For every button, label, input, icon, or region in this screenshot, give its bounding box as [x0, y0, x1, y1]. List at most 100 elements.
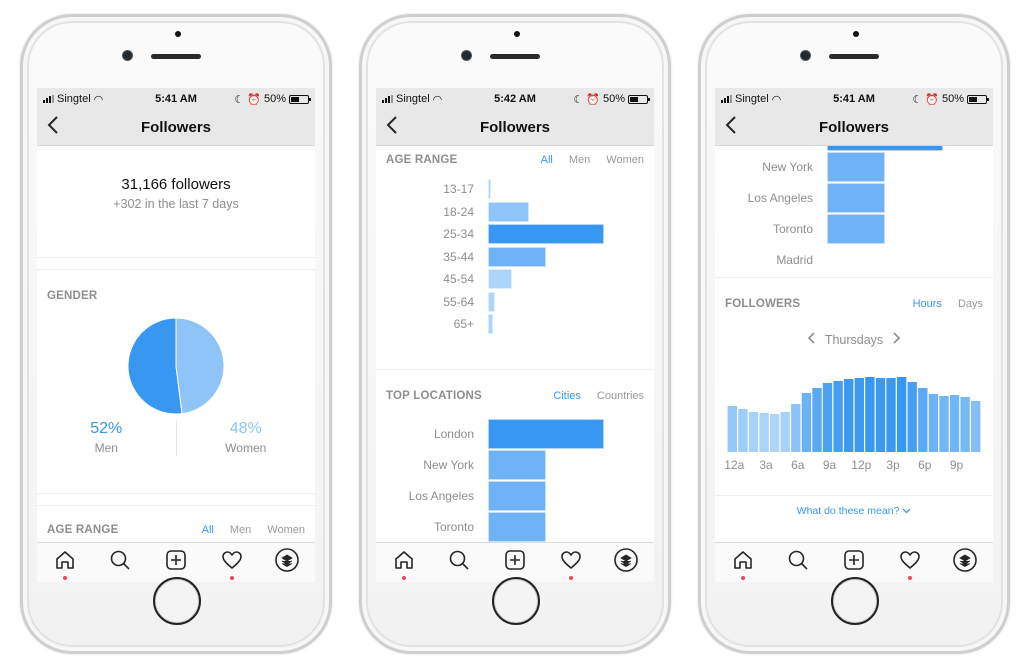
content-scroll[interactable]: AGE RANGE All Men Women 13-17 18-24 25-34 3…: [376, 146, 654, 542]
top-locations-title: TOP LOCATIONS: [386, 390, 482, 402]
top-locations-chart: LondonNew YorkLos AngelesTorontoMadrid: [715, 146, 993, 275]
women-label: Women: [225, 441, 267, 455]
tab-home[interactable]: [51, 549, 79, 580]
hour-bar-7a: [801, 393, 812, 452]
hour-bar-8p: [939, 396, 949, 452]
toggle-women[interactable]: Women: [606, 154, 644, 166]
hour-bar-10p: [960, 397, 970, 452]
content-scroll[interactable]: LondonNew YorkLos AngelesTorontoMadrid F…: [715, 146, 993, 542]
tab-profile[interactable]: [951, 548, 979, 577]
bar-row: 55-64: [376, 291, 654, 314]
tab-bar: [37, 542, 315, 582]
back-button[interactable]: [386, 116, 398, 138]
hour-bar-10a: [833, 381, 843, 452]
tab-search[interactable]: [784, 549, 812, 577]
search-icon: [448, 549, 470, 576]
battery-percent: 50%: [941, 93, 964, 105]
tab-add-post[interactable]: [840, 549, 868, 577]
toggle-countries[interactable]: Countries: [597, 390, 644, 402]
search-icon: [109, 549, 131, 576]
toggle-men[interactable]: Men: [569, 154, 590, 166]
nav-bar: Followers: [376, 110, 654, 146]
bar-label: Toronto: [433, 519, 474, 534]
page-title: Followers: [818, 119, 889, 136]
next-day-button[interactable]: [893, 332, 901, 347]
bar: [488, 224, 604, 245]
tab-profile[interactable]: [273, 548, 301, 577]
home-button[interactable]: [831, 577, 879, 625]
what-do-these-mean-link[interactable]: What do these mean?: [715, 496, 993, 526]
tab-search[interactable]: [445, 549, 473, 577]
men-label: Men: [94, 441, 118, 455]
wifi-icon: ◠: [93, 93, 104, 106]
hour-bar-5p: [907, 382, 917, 452]
bar-row: 65+: [376, 313, 654, 336]
bar-label: 18-24: [443, 204, 474, 219]
toggle-cities[interactable]: Cities: [553, 390, 581, 402]
x-tick-label: 9a: [823, 458, 837, 472]
battery-icon: [967, 94, 989, 104]
tab-search[interactable]: [106, 549, 134, 577]
followers-activity-section: FOLLOWERS Hours Days Thursdays 12a 3a 6a 9: [715, 294, 993, 496]
tab-add-post[interactable]: [501, 549, 529, 577]
clock: 5:41 AM: [155, 93, 197, 105]
alarm-icon: ⏰: [247, 93, 261, 106]
back-button[interactable]: [725, 116, 737, 138]
screen: Singtel ◠ 5:42 AM ☾ ⏰ 50% Followers AGE …: [376, 88, 654, 582]
notification-dot: [907, 575, 912, 580]
toggle-days[interactable]: Days: [958, 298, 983, 310]
bar-row: 13-17: [376, 178, 654, 201]
moon-icon: ☾: [234, 93, 245, 106]
nav-bar: Followers: [37, 110, 315, 146]
content-scroll[interactable]: 31,166 followers +302 in the last 7 days…: [37, 146, 315, 542]
hour-bar-11a: [844, 379, 854, 452]
battery-percent: 50%: [602, 93, 625, 105]
chevron-left-icon: [386, 116, 397, 134]
back-button[interactable]: [47, 116, 59, 138]
bar-label: 65+: [453, 317, 474, 332]
bar-row: Los Angeles: [376, 480, 654, 511]
toggle-hours[interactable]: Hours: [913, 298, 942, 310]
front-camera: [123, 51, 132, 60]
tab-home[interactable]: [729, 549, 757, 580]
men-percent: 52%: [90, 420, 123, 437]
x-tick-label: 9p: [950, 458, 964, 472]
tab-heart-activity[interactable]: [557, 549, 585, 580]
status-bar: Singtel ◠ 5:41 AM ☾ ⏰ 50%: [715, 88, 993, 110]
hour-bar-3p: [886, 378, 896, 452]
age-range-title: AGE RANGE: [47, 524, 119, 536]
chevron-left-icon: [725, 116, 736, 134]
tab-bar: [376, 542, 654, 582]
day-label: Thursdays: [824, 332, 884, 347]
toggle-all[interactable]: All: [541, 154, 553, 166]
follower-delta: +302 in the last 7 days: [113, 197, 239, 211]
tab-bar: [715, 542, 993, 582]
toggle-women[interactable]: Women: [267, 524, 305, 536]
bar: [827, 151, 885, 182]
battery-fill: [291, 96, 299, 102]
bar-row: Madrid: [715, 244, 993, 275]
home-button[interactable]: [492, 577, 540, 625]
top-locations-chart: London New York Los Angeles Toronto: [376, 418, 654, 542]
tab-profile[interactable]: [612, 548, 640, 577]
bar-label: 25-34: [443, 227, 474, 242]
bar-label: 55-64: [443, 294, 474, 309]
prev-day-button[interactable]: [807, 332, 815, 347]
tab-home[interactable]: [390, 549, 418, 580]
toggle-men[interactable]: Men: [230, 524, 251, 536]
home-icon: [732, 549, 754, 576]
tab-heart-activity[interactable]: [218, 549, 246, 580]
tab-add-post[interactable]: [162, 549, 190, 577]
signal-icon: [43, 95, 54, 103]
page-title: Followers: [140, 119, 211, 136]
tab-heart-activity[interactable]: [896, 549, 924, 580]
clock: 5:41 AM: [833, 93, 875, 105]
proximity-sensor: [175, 31, 181, 37]
toggle-all[interactable]: All: [202, 524, 214, 536]
moon-icon: ☾: [573, 93, 584, 106]
notification-dot: [62, 575, 67, 580]
home-button[interactable]: [153, 577, 201, 625]
alarm-icon: ⏰: [925, 93, 939, 106]
profile-icon: [275, 548, 299, 577]
notification-dot: [568, 575, 573, 580]
